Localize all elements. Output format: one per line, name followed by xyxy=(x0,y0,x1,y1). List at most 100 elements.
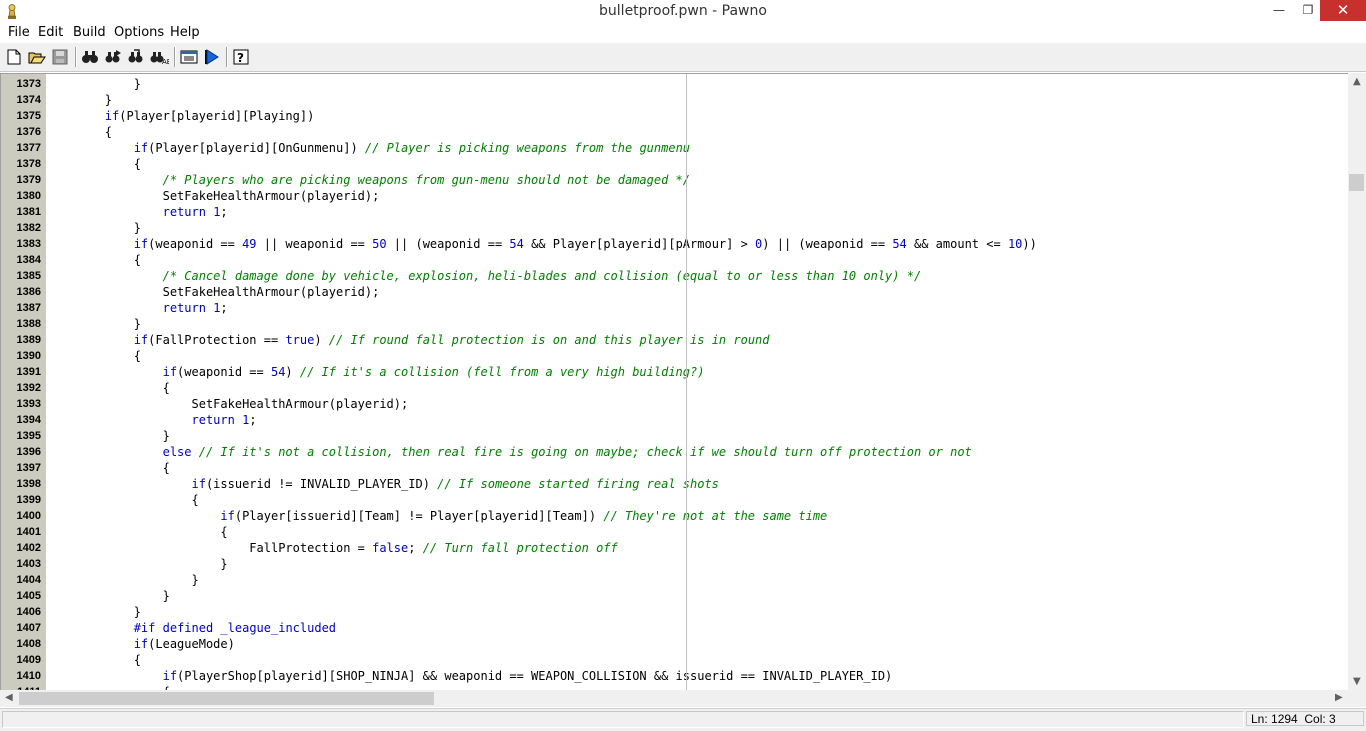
title-bar[interactable]: bulletproof.pwn - Pawno — ❐ ✕ xyxy=(0,0,1366,23)
code-line[interactable]: 1386 SetFakeHealthArmour(playerid); xyxy=(1,284,1348,300)
code-text[interactable]: { xyxy=(47,348,141,364)
code-text[interactable]: } xyxy=(47,316,141,332)
code-line[interactable]: 1397 { xyxy=(1,460,1348,476)
menu-build[interactable]: Build xyxy=(73,25,106,40)
code-line[interactable]: 1380 SetFakeHealthArmour(playerid); xyxy=(1,188,1348,204)
code-line[interactable]: 1390 { xyxy=(1,348,1348,364)
code-text[interactable]: } xyxy=(47,76,141,92)
menu-options[interactable]: Options xyxy=(114,25,164,40)
help-icon[interactable]: ? xyxy=(231,47,251,67)
code-editor[interactable]: 1373 } 1374 } 1375 if(Player[playerid][Pla… xyxy=(0,73,1348,690)
code-text[interactable]: } xyxy=(47,92,112,108)
code-line[interactable]: 1399 { xyxy=(1,492,1348,508)
code-line[interactable]: 1379 /* Players who are picking weapons … xyxy=(1,172,1348,188)
code-line[interactable]: 1395 } xyxy=(1,428,1348,444)
code-text[interactable]: if(issuerid != INVALID_PLAYER_ID) // If … xyxy=(47,476,719,492)
function-list-icon[interactable] xyxy=(179,47,199,67)
code-line[interactable]: 1383 if(weaponid == 49 || weaponid == 50… xyxy=(1,236,1348,252)
scroll-up-icon[interactable]: ▲ xyxy=(1353,76,1361,87)
code-line[interactable]: 1389 if(FallProtection == true) // If ro… xyxy=(1,332,1348,348)
code-text[interactable]: SetFakeHealthArmour(playerid); xyxy=(47,188,380,204)
code-line[interactable]: 1405 } xyxy=(1,588,1348,604)
code-line[interactable]: 1391 if(weaponid == 54) // If it's a col… xyxy=(1,364,1348,380)
code-line[interactable]: 1392 { xyxy=(1,380,1348,396)
code-line[interactable]: 1408 if(LeagueMode) xyxy=(1,636,1348,652)
code-text[interactable]: FallProtection = false; // Turn fall pro… xyxy=(47,540,617,556)
horizontal-scroll-thumb[interactable] xyxy=(19,692,434,705)
menu-edit[interactable]: Edit xyxy=(38,25,63,40)
scroll-left-icon[interactable]: ◀ xyxy=(5,692,13,703)
code-line[interactable]: 1381 return 1; xyxy=(1,204,1348,220)
code-line[interactable]: 1388 } xyxy=(1,316,1348,332)
code-text[interactable]: if(Player[playerid][OnGunmenu]) // Playe… xyxy=(47,140,690,156)
code-text[interactable]: { xyxy=(47,460,170,476)
code-line[interactable]: 1403 } xyxy=(1,556,1348,572)
code-line[interactable]: 1377 if(Player[playerid][OnGunmenu]) // … xyxy=(1,140,1348,156)
code-text[interactable]: if(weaponid == 54) // If it's a collisio… xyxy=(47,364,705,380)
code-line[interactable]: 1396 else // If it's not a collision, th… xyxy=(1,444,1348,460)
code-text[interactable]: } xyxy=(47,572,198,588)
code-text[interactable]: /* Players who are picking weapons from … xyxy=(47,172,690,188)
vertical-scrollbar[interactable] xyxy=(1348,73,1366,690)
code-text[interactable]: } xyxy=(47,556,227,572)
menu-help[interactable]: Help xyxy=(170,25,200,40)
code-line[interactable]: 1376 { xyxy=(1,124,1348,140)
maximize-button[interactable]: ❐ xyxy=(1294,0,1322,21)
code-text[interactable]: { xyxy=(47,380,170,396)
code-text[interactable]: return 1; xyxy=(47,412,257,428)
code-line[interactable]: 1384 { xyxy=(1,252,1348,268)
code-text[interactable]: return 1; xyxy=(47,204,228,220)
code-line[interactable]: 1410 if(PlayerShop[playerid][SHOP_NINJA]… xyxy=(1,668,1348,684)
code-text[interactable]: { xyxy=(47,524,227,540)
code-text[interactable]: #if defined _league_included xyxy=(47,620,336,636)
replace-icon[interactable] xyxy=(126,47,146,67)
close-button[interactable]: ✕ xyxy=(1320,0,1366,21)
code-text[interactable]: if(LeagueMode) xyxy=(47,636,235,652)
code-line[interactable]: 1400 if(Player[issuerid][Team] != Player… xyxy=(1,508,1348,524)
code-line[interactable]: 1378 { xyxy=(1,156,1348,172)
code-line[interactable]: 1385 /* Cancel damage done by vehicle, e… xyxy=(1,268,1348,284)
code-line[interactable]: 1375 if(Player[playerid][Playing]) xyxy=(1,108,1348,124)
code-line[interactable]: 1406 } xyxy=(1,604,1348,620)
code-text[interactable]: if(FallProtection == true) // If round f… xyxy=(47,332,770,348)
code-text[interactable]: { xyxy=(47,492,198,508)
code-text[interactable]: { xyxy=(47,124,112,140)
find-icon[interactable] xyxy=(80,47,100,67)
code-text[interactable]: } xyxy=(47,588,170,604)
code-line[interactable]: 1407 #if defined _league_included xyxy=(1,620,1348,636)
code-text[interactable]: { xyxy=(47,156,141,172)
code-line[interactable]: 1374 } xyxy=(1,92,1348,108)
minimize-button[interactable]: — xyxy=(1265,0,1293,21)
code-text[interactable]: if(PlayerShop[playerid][SHOP_NINJA] && w… xyxy=(47,668,893,684)
goto-line-icon[interactable]: AB xyxy=(149,47,169,67)
vertical-scroll-thumb[interactable] xyxy=(1349,174,1364,191)
find-next-icon[interactable] xyxy=(103,47,123,67)
code-text[interactable]: } xyxy=(47,220,141,236)
code-line[interactable]: 1393 SetFakeHealthArmour(playerid); xyxy=(1,396,1348,412)
code-line[interactable]: 1404 } xyxy=(1,572,1348,588)
code-text[interactable]: if(Player[playerid][Playing]) xyxy=(47,108,315,124)
menu-file[interactable]: File xyxy=(8,25,30,40)
code-text[interactable]: } xyxy=(47,604,141,620)
code-text[interactable]: SetFakeHealthArmour(playerid); xyxy=(47,396,408,412)
save-icon[interactable] xyxy=(50,47,70,67)
code-line[interactable]: 1382 } xyxy=(1,220,1348,236)
code-text[interactable]: if(Player[issuerid][Team] != Player[play… xyxy=(47,508,827,524)
code-text[interactable]: } xyxy=(47,428,170,444)
code-area[interactable]: 1373 } 1374 } 1375 if(Player[playerid][Pla… xyxy=(1,74,1348,690)
open-file-icon[interactable] xyxy=(27,47,47,67)
code-text[interactable]: /* Cancel damage done by vehicle, explos… xyxy=(47,268,922,284)
code-line[interactable]: 1387 return 1; xyxy=(1,300,1348,316)
scroll-right-icon[interactable]: ▶ xyxy=(1335,692,1343,703)
code-line[interactable]: 1398 if(issuerid != INVALID_PLAYER_ID) /… xyxy=(1,476,1348,492)
code-text[interactable]: return 1; xyxy=(47,300,228,316)
code-line[interactable]: 1402 FallProtection = false; // Turn fal… xyxy=(1,540,1348,556)
code-text[interactable]: SetFakeHealthArmour(playerid); xyxy=(47,284,380,300)
compile-run-icon[interactable] xyxy=(202,47,222,67)
code-text[interactable]: if(weaponid == 49 || weaponid == 50 || (… xyxy=(47,236,1037,252)
code-line[interactable]: 1373 } xyxy=(1,76,1348,92)
scroll-down-icon[interactable]: ▼ xyxy=(1353,676,1361,687)
new-file-icon[interactable] xyxy=(4,47,24,67)
code-text[interactable]: else // If it's not a collision, then re… xyxy=(47,444,972,460)
code-text[interactable]: { xyxy=(47,652,141,668)
